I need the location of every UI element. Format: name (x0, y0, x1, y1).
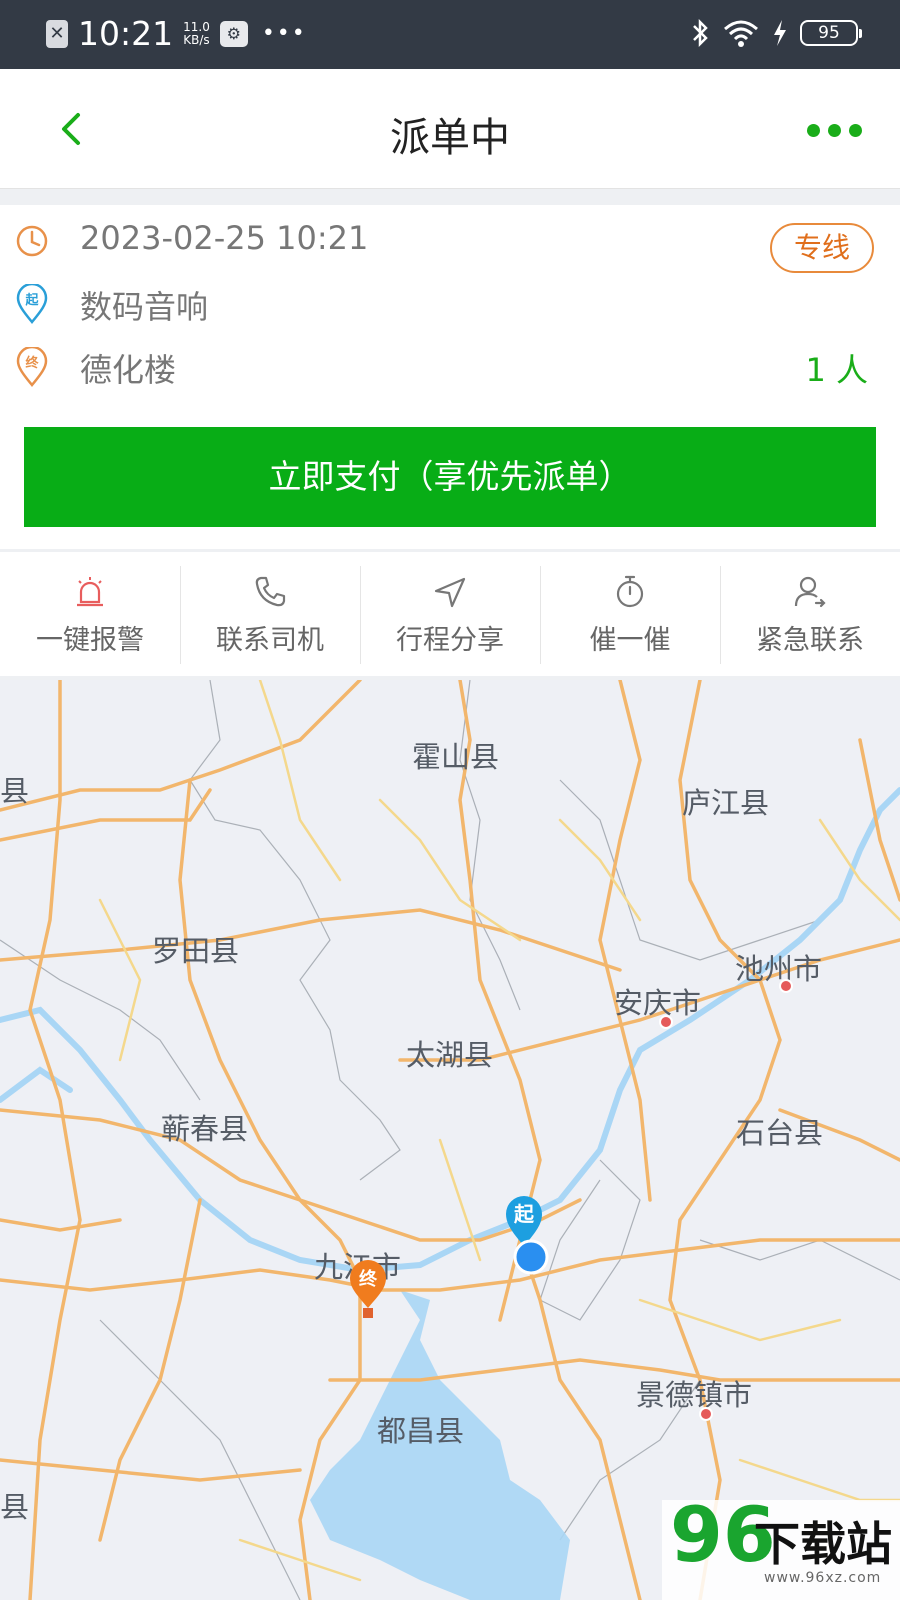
wifi-icon (724, 20, 758, 47)
status-bar: ✕ 10:21 11.0 KB/s ⚙ ••• 95 (0, 0, 900, 69)
map-city-label: 都昌县 (377, 1414, 465, 1448)
status-time: 10:21 (78, 14, 174, 53)
alarm-icon (77, 577, 103, 607)
urge-button[interactable]: 催一催 (540, 552, 720, 676)
usb-icon: ⚙ (219, 20, 248, 47)
phone-icon (255, 576, 286, 607)
map-city-label: 景德镇市 (636, 1378, 753, 1412)
end-location: 德化楼 (80, 351, 177, 389)
order-time-row: 2023-02-25 10:21 专线 (0, 215, 900, 273)
city-dot (779, 979, 793, 993)
current-location-icon (513, 1239, 549, 1275)
map-city-label: 县 (0, 774, 30, 808)
map-city-label: 蕲春县 (161, 1112, 249, 1146)
contact-icon (794, 576, 826, 608)
end-location-row: 终 德化楼 1 人 (0, 341, 900, 391)
alarm-label: 一键报警 (36, 625, 144, 656)
map-view[interactable]: 霍山县 庐江县 罗田县 池州市 安庆市 太湖县 蕲春县 石台县 九江市 都昌县 … (0, 680, 900, 1600)
emergency-contact-label: 紧急联系 (756, 625, 864, 656)
contact-driver-label: 联系司机 (216, 625, 324, 656)
title-bar: 派单中 (0, 69, 900, 189)
start-badge-text: 起 (24, 292, 39, 308)
end-pin-icon: 终 (16, 347, 48, 387)
more-notifications-icon: ••• (261, 21, 307, 46)
urge-label: 催一催 (589, 625, 671, 656)
page-title: 派单中 (390, 115, 510, 161)
battery-indicator: 95 (800, 20, 862, 46)
network-speed-value: 11.0 (183, 19, 210, 34)
map-city-label: 石台县 (736, 1116, 824, 1150)
more-menu-icon[interactable] (807, 124, 862, 137)
bluetooth-icon (693, 18, 708, 48)
watermark-url: www.96xz.com (764, 1570, 882, 1586)
order-datetime: 2023-02-25 10:21 (80, 219, 369, 257)
start-location: 数码音响 (80, 288, 209, 326)
map-city-label: 庐江县 (682, 786, 770, 820)
city-dot (699, 1407, 713, 1421)
service-tag-badge: 专线 (770, 223, 874, 273)
end-badge-text: 终 (25, 355, 39, 371)
end-marker-icon[interactable]: 终 (346, 1256, 390, 1320)
share-arrow-icon (434, 577, 466, 608)
clock-icon (16, 225, 48, 257)
alarm-button[interactable]: 一键报警 (0, 552, 180, 676)
network-speed: 11.0 KB/s (183, 19, 210, 47)
stopwatch-icon (616, 575, 644, 608)
share-trip-label: 行程分享 (396, 625, 504, 656)
start-marker-text: 起 (513, 1202, 535, 1226)
watermark-logo-text: 下载站 (754, 1517, 892, 1571)
map-city-label: 霍山县 (412, 740, 500, 774)
share-trip-button[interactable]: 行程分享 (360, 552, 540, 676)
charging-icon (774, 20, 786, 46)
pay-now-button[interactable]: 立即支付（享优先派单） (24, 427, 876, 527)
map-city-label: 县 (0, 1490, 30, 1524)
notification-icon: ✕ (46, 19, 68, 48)
emergency-contact-button[interactable]: 紧急联系 (720, 552, 900, 676)
passenger-count: 1 人 (805, 351, 868, 389)
network-speed-unit: KB/s (183, 32, 210, 47)
end-marker-text: 终 (359, 1268, 378, 1290)
action-bar: 一键报警 联系司机 行程分享 催一催 紧急联系 (0, 552, 900, 676)
start-pin-icon: 起 (16, 284, 48, 324)
map-city-label: 罗田县 (152, 934, 240, 968)
site-watermark: 96 下载站 www.96xz.com (662, 1490, 900, 1600)
contact-driver-button[interactable]: 联系司机 (180, 552, 360, 676)
start-location-row: 起 数码音响 (0, 278, 900, 328)
map-city-label: 太湖县 (406, 1038, 494, 1072)
city-dot (659, 1015, 673, 1029)
order-info-card: 2023-02-25 10:21 专线 起 数码音响 终 德化楼 1 人 立即支… (0, 205, 900, 549)
